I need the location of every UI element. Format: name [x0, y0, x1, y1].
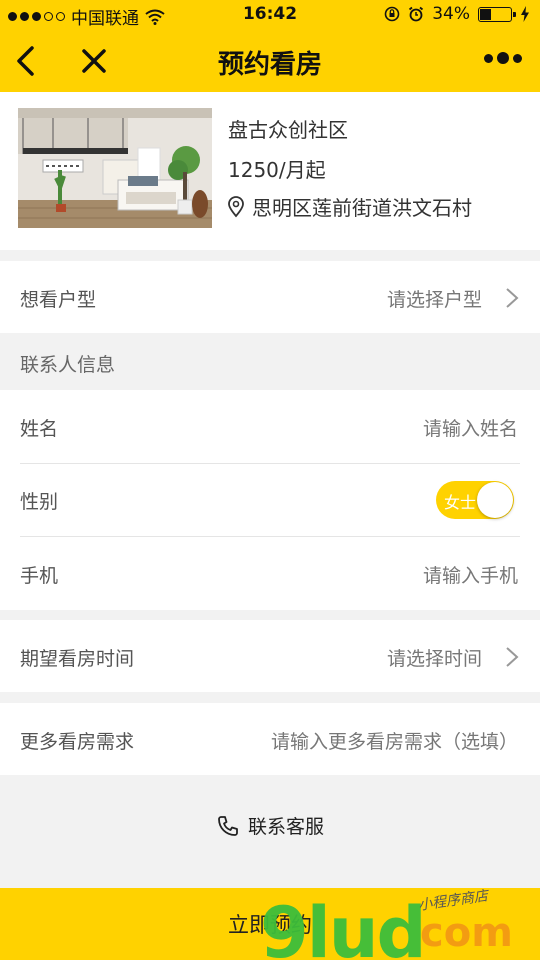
name-label: 姓名	[20, 418, 59, 440]
contact-section-header: 联系人信息	[0, 334, 540, 390]
visit-time-label: 期望看房时间	[20, 648, 135, 670]
name-row[interactable]: 姓名 请输入姓名	[0, 390, 540, 462]
listing-price: 1250/月起	[228, 158, 326, 182]
room-type-row[interactable]: 想看户型 请选择户型	[0, 261, 540, 333]
battery-percent: 34%	[432, 4, 470, 24]
name-input[interactable]: 请输入姓名	[423, 414, 518, 441]
phone-input[interactable]: 请输入手机	[423, 561, 518, 588]
watermark-suffix: com	[420, 910, 513, 956]
phone-label: 手机	[20, 565, 59, 587]
phone-row[interactable]: 手机 请输入手机	[0, 537, 540, 609]
rotation-lock-icon	[384, 6, 400, 22]
gender-row[interactable]: 性别 女士	[0, 463, 540, 535]
chevron-right-icon	[506, 647, 519, 667]
navigation-bar: 预约看房	[0, 30, 540, 92]
top-bar: 中国联通 16:42 34% 预约看房	[0, 0, 540, 92]
watermark-logo: 9lud	[260, 892, 427, 960]
phone-icon	[218, 815, 238, 836]
battery-icon	[478, 6, 516, 22]
page-title: 预约看房	[217, 50, 322, 80]
gender-label: 性别	[20, 491, 59, 513]
listing-address: 思明区莲前街道洪文石村	[226, 192, 472, 221]
alarm-icon	[409, 6, 424, 22]
status-bar: 中国联通 16:42 34%	[0, 0, 540, 30]
address-text: 思明区莲前街道洪文石村	[252, 196, 472, 220]
listing-photo	[18, 108, 212, 228]
chevron-right-icon	[506, 288, 519, 308]
listing-name: 盘古众创社区	[228, 118, 348, 142]
more-requirements-label: 更多看房需求	[20, 731, 135, 753]
room-type-value[interactable]: 请选择户型	[387, 285, 482, 312]
more-options-icon[interactable]	[484, 52, 522, 64]
toggle-knob	[477, 482, 513, 518]
more-requirements-row[interactable]: 更多看房需求 请输入更多看房需求（选填）	[0, 703, 540, 775]
charging-icon	[521, 6, 529, 22]
contact-service-button[interactable]: 联系客服	[0, 812, 540, 839]
room-type-label: 想看户型	[20, 289, 97, 311]
visit-time-row[interactable]: 期望看房时间 请选择时间	[0, 620, 540, 692]
visit-time-value[interactable]: 请选择时间	[387, 644, 482, 671]
contact-service-label: 联系客服	[247, 816, 324, 838]
contact-header-label: 联系人信息	[20, 354, 116, 376]
listing-card[interactable]: 盘古众创社区 1250/月起 思明区莲前街道洪文石村	[0, 92, 540, 250]
location-pin-icon	[228, 195, 244, 217]
gender-toggle-text: 女士	[444, 493, 477, 512]
gender-toggle[interactable]: 女士	[436, 481, 514, 519]
more-requirements-input[interactable]: 请输入更多看房需求（选填）	[271, 727, 518, 754]
